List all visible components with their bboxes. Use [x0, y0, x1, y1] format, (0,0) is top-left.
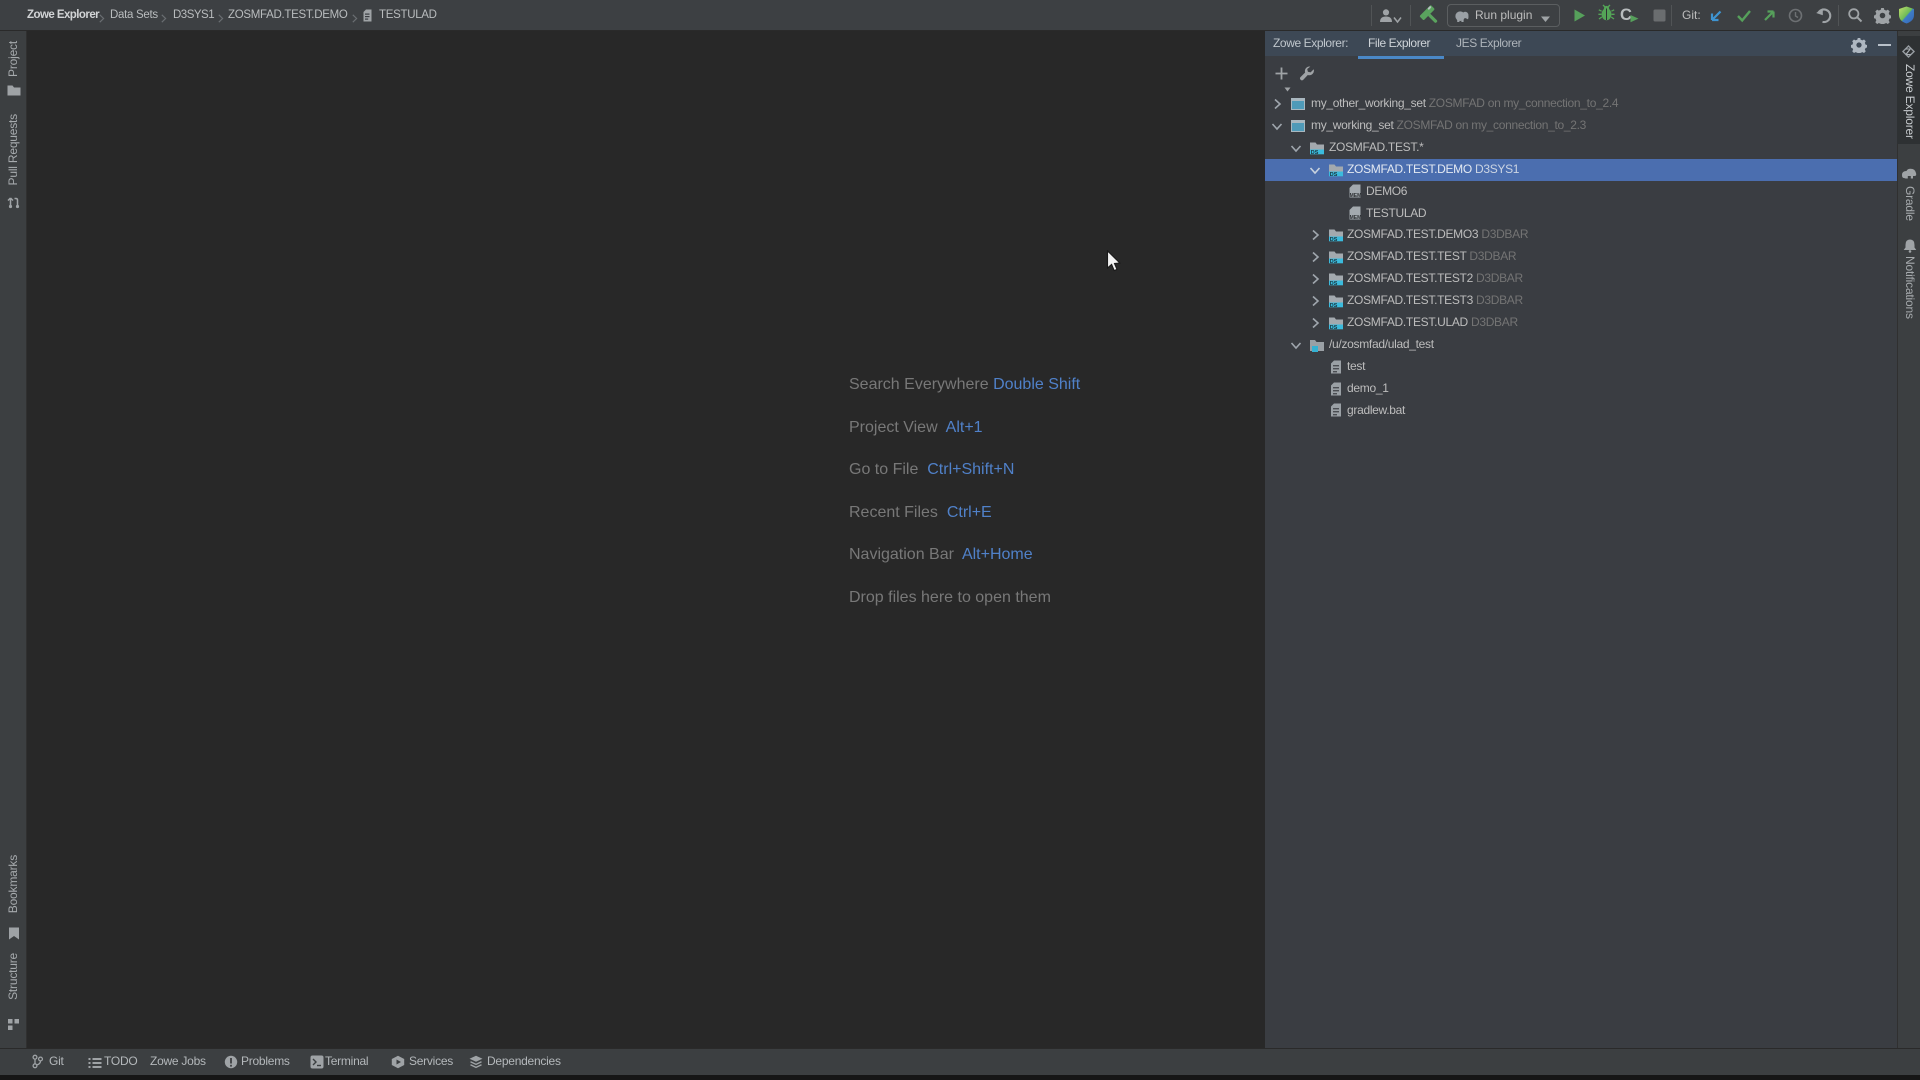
svg-text:DS: DS — [1311, 149, 1319, 155]
svg-text:DS: DS — [1330, 171, 1338, 177]
svg-text:Z: Z — [1905, 47, 1911, 58]
svg-text:MEM: MEM — [1350, 194, 1362, 200]
svg-text:C: C — [1620, 6, 1632, 24]
svg-text:DS: DS — [1330, 303, 1338, 309]
svg-text:DS: DS — [1330, 325, 1338, 331]
svg-text:DS: DS — [1330, 237, 1338, 243]
svg-text:MEM: MEM — [1350, 215, 1362, 221]
svg-text:DS: DS — [1330, 259, 1338, 265]
svg-text:DS: DS — [1330, 281, 1338, 287]
